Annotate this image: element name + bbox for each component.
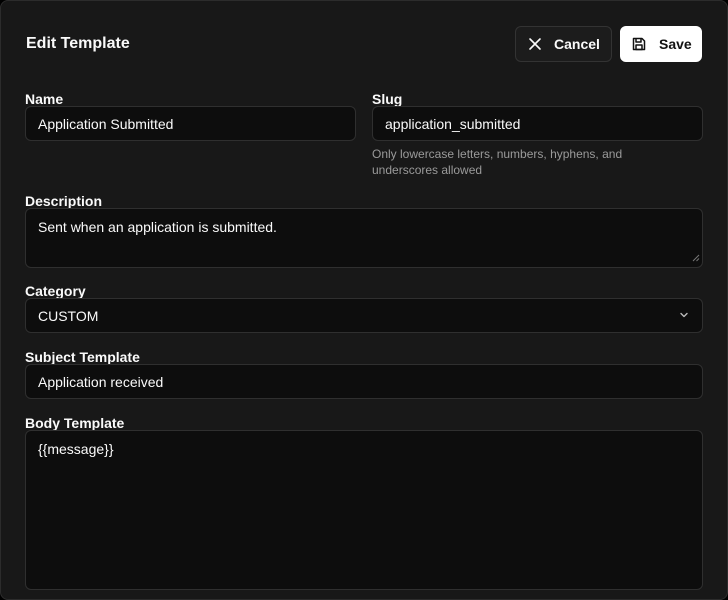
cancel-button-label: Cancel bbox=[554, 36, 600, 52]
subject-label: Subject Template bbox=[25, 349, 140, 365]
save-button-label: Save bbox=[659, 36, 692, 52]
body-textarea[interactable]: {{message}} bbox=[25, 430, 703, 590]
category-selected-value: CUSTOM bbox=[38, 307, 99, 324]
save-button[interactable]: Save bbox=[620, 26, 702, 62]
header-actions: Cancel Save bbox=[515, 26, 702, 62]
name-label: Name bbox=[25, 91, 64, 107]
subject-input-value: Application received bbox=[38, 373, 164, 390]
chevron-down-icon bbox=[678, 308, 690, 324]
edit-template-dialog: Edit Template Cancel Save Name Applicati… bbox=[0, 0, 728, 600]
description-textarea[interactable]: Sent when an application is submitted. bbox=[25, 208, 703, 268]
body-label: Body Template bbox=[25, 415, 125, 431]
cancel-button[interactable]: Cancel bbox=[515, 26, 612, 62]
subject-input[interactable]: Application received bbox=[25, 364, 703, 399]
description-label: Description bbox=[25, 193, 103, 209]
slug-hint: Only lowercase letters, numbers, hyphens… bbox=[372, 147, 623, 177]
slug-input-value: application_submitted bbox=[385, 115, 521, 132]
slug-label: Slug bbox=[372, 91, 403, 107]
slug-input[interactable]: application_submitted bbox=[372, 106, 703, 141]
description-value: Sent when an application is submitted. bbox=[38, 219, 277, 235]
page-title: Edit Template bbox=[26, 35, 130, 52]
category-select[interactable]: CUSTOM bbox=[25, 298, 703, 333]
resize-handle-icon[interactable] bbox=[692, 249, 700, 265]
save-icon bbox=[631, 36, 647, 52]
close-icon bbox=[528, 37, 542, 51]
name-input[interactable]: Application Submitted bbox=[25, 106, 356, 141]
name-input-value: Application Submitted bbox=[38, 115, 174, 132]
body-value: {{message}} bbox=[38, 441, 114, 457]
dialog-header: Edit Template Cancel Save bbox=[26, 26, 702, 62]
category-label: Category bbox=[25, 283, 86, 299]
